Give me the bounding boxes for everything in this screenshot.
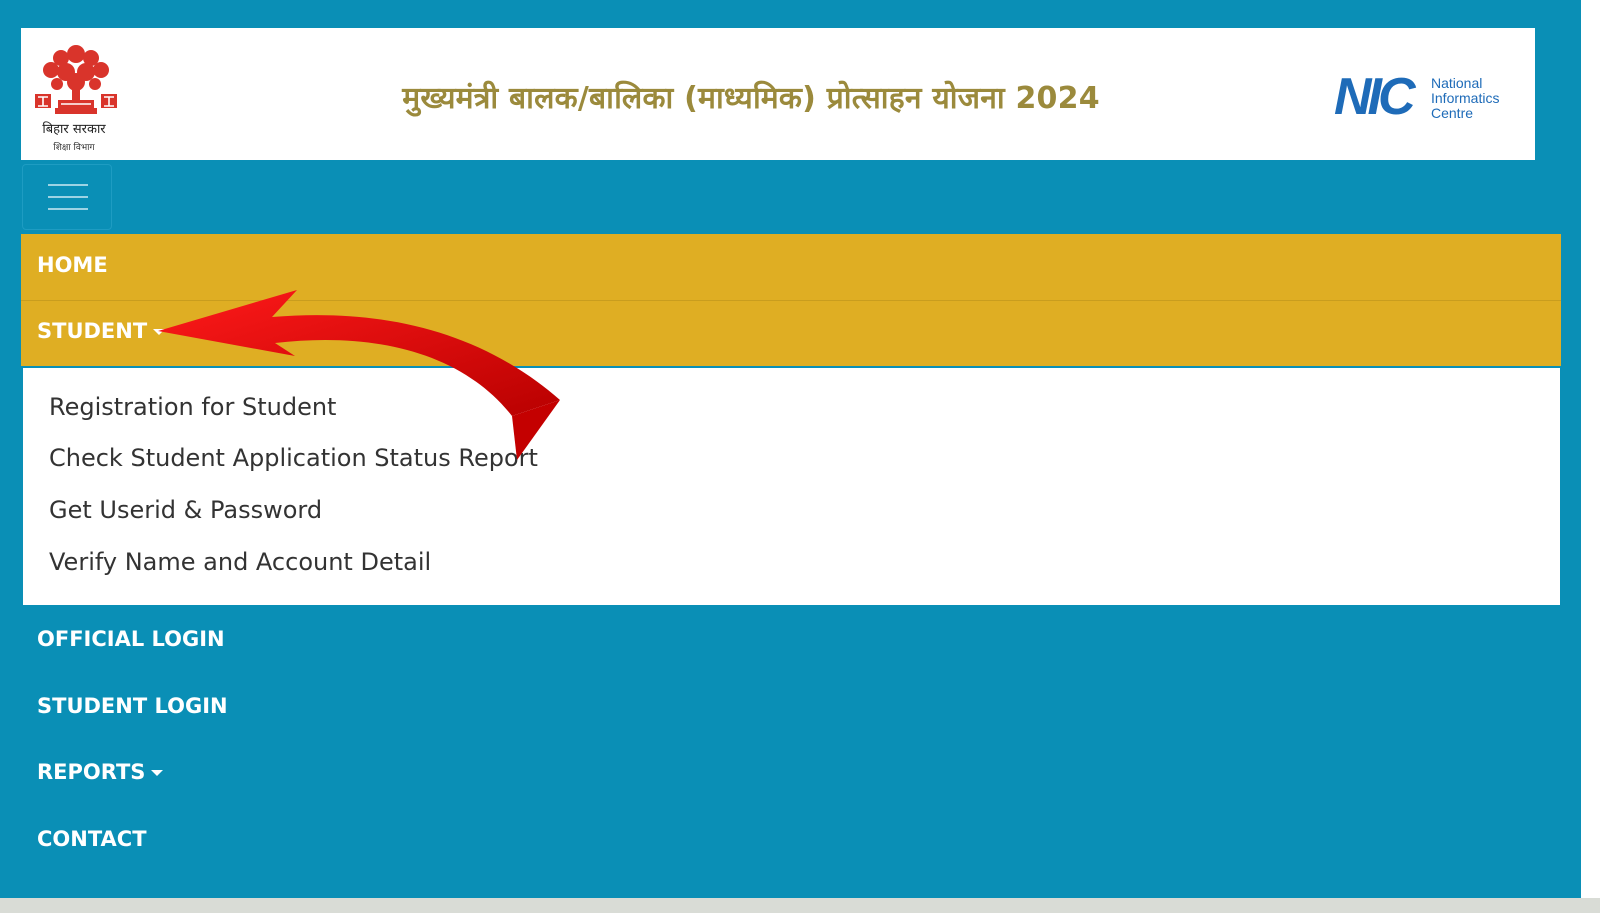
- red-arrow-annotation-icon: [158, 290, 560, 460]
